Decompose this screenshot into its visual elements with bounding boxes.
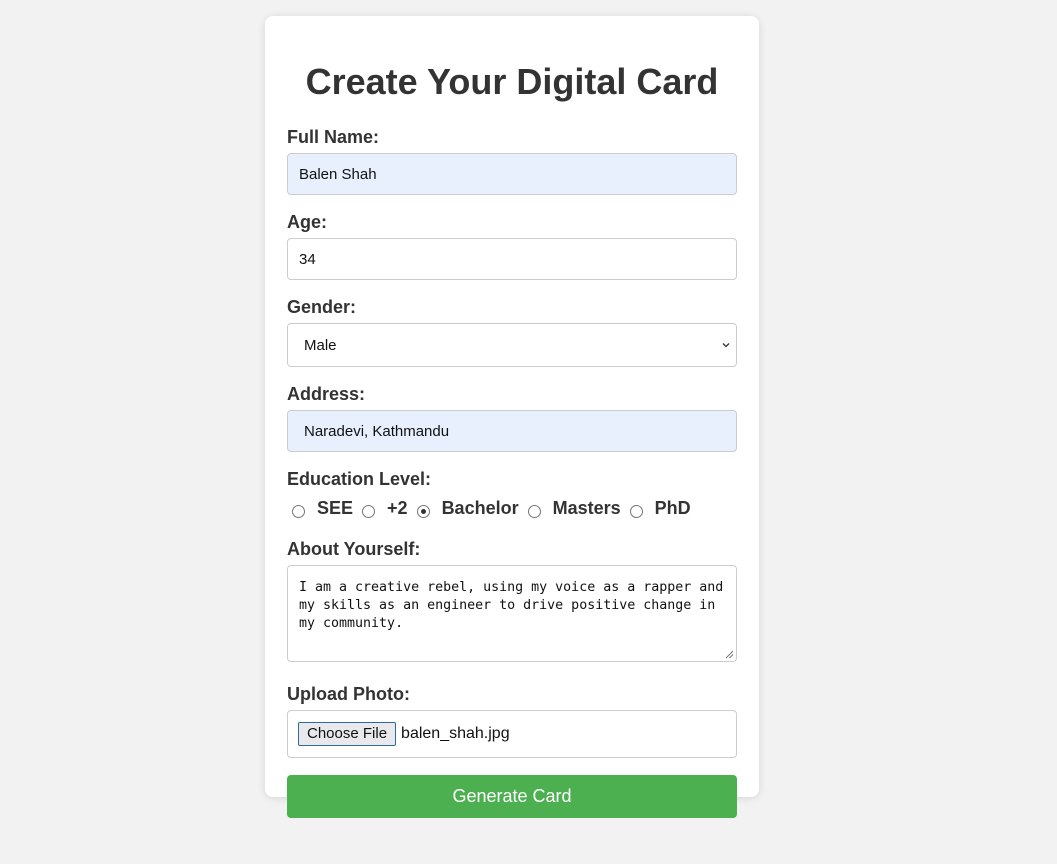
age-label: Age: — [287, 212, 327, 232]
radio-bachelor[interactable] — [416, 504, 430, 518]
radio-see[interactable] — [292, 504, 305, 518]
page-title: Create Your Digital Card — [305, 61, 719, 102]
full-name-input[interactable]: Balen Shah — [287, 153, 737, 195]
generate-card-button[interactable]: Generate Card — [287, 775, 737, 818]
photo-file-input[interactable]: Choose File balen_shah.jpg — [287, 710, 737, 758]
education-option-phd[interactable]: PhD — [623, 498, 691, 519]
radio-plus2[interactable] — [362, 504, 376, 518]
radio-label-phd: PhD — [654, 497, 691, 518]
upload-photo-label: Upload Photo: — [287, 684, 410, 704]
full-name-value: Balen Shah — [299, 165, 377, 183]
full-name-label: Full Name: — [287, 127, 380, 147]
about-value: I am a creative rebel, using my voice as… — [299, 580, 724, 631]
radio-phd[interactable] — [629, 504, 643, 518]
selected-file-name: balen_shah.jpg — [401, 725, 510, 742]
gender-selected-value: Male — [304, 336, 337, 354]
radio-label-plus2: +2 — [387, 497, 408, 518]
education-label: Education Level: — [287, 469, 432, 489]
education-option-masters[interactable]: Masters — [521, 498, 621, 519]
about-label: About Yourself: — [287, 539, 421, 559]
radio-label-masters: Masters — [552, 497, 621, 518]
radio-label-bachelor: Bachelor — [441, 497, 519, 518]
address-label: Address: — [287, 384, 366, 404]
education-radio-group: SEE +2 Bachelor Masters PhD — [287, 495, 691, 521]
radio-label-see: SEE — [317, 497, 354, 518]
digital-card-form: Create Your Digital Card Full Name: Bale… — [265, 16, 759, 818]
education-option-plus2[interactable]: +2 — [355, 498, 408, 519]
education-option-bachelor[interactable]: Bachelor — [410, 498, 519, 519]
address-input[interactable]: Naradevi, Kathmandu — [287, 410, 737, 452]
age-value: 34 — [299, 250, 316, 268]
age-input[interactable]: 34 — [287, 238, 737, 280]
resize-handle-icon[interactable] — [725, 650, 734, 659]
address-value: Naradevi, Kathmandu — [304, 422, 450, 440]
gender-select[interactable]: Male — [287, 323, 737, 367]
education-option-see[interactable]: SEE — [285, 498, 353, 519]
about-textarea[interactable]: I am a creative rebel, using my voice as… — [287, 565, 737, 662]
chevron-down-icon — [722, 343, 730, 348]
gender-label: Gender: — [287, 297, 357, 317]
choose-file-button[interactable]: Choose File — [298, 722, 397, 746]
radio-masters[interactable] — [527, 504, 541, 518]
